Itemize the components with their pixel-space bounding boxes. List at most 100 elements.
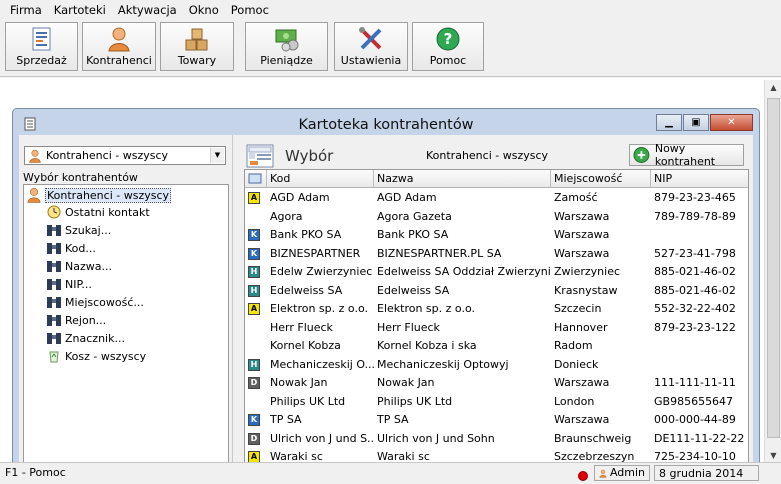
menu-pomoc[interactable]: Pomoc xyxy=(225,3,275,17)
tree-item-nip[interactable]: NIP... xyxy=(46,276,92,292)
cell-nazwa: Edelweiss SA Oddział Zwierzyniec xyxy=(377,265,551,278)
type-badge: K xyxy=(248,414,260,426)
cell-kod: Edelw Zwierzyniec xyxy=(270,265,373,278)
cell-miejscowosc: Hannover xyxy=(554,320,608,334)
cell-nazwa: TP SA xyxy=(377,413,409,426)
type-badge: A xyxy=(248,303,260,315)
table-row[interactable]: Agora Agora Gazeta Warszawa 789-789-78-89 xyxy=(245,208,748,226)
minimize-icon: ▁ xyxy=(665,117,673,128)
contractors-button[interactable]: Kontrahenci xyxy=(82,22,156,71)
maximize-button[interactable]: ▣ xyxy=(683,114,709,131)
cell-kod: AGD Adam xyxy=(270,191,330,204)
cell-nip: GB985655647 xyxy=(654,394,734,408)
cell-kod: TP SA xyxy=(270,413,302,426)
table-row[interactable]: Kornel Kobza Kornel Kobza i ska Radom xyxy=(245,337,748,355)
cell-kod: Herr Flueck xyxy=(270,320,333,334)
scroll-thumb[interactable] xyxy=(767,98,780,438)
type-cell: H xyxy=(245,263,267,281)
money-button[interactable]: Pieniądze xyxy=(245,22,328,71)
tree-item-last-contact[interactable]: Ostatni kontakt xyxy=(46,204,150,220)
tree-item-label: Kod... xyxy=(65,241,96,255)
products-button-label: Towary xyxy=(177,54,217,67)
tree-item-city[interactable]: Miejscowość... xyxy=(46,294,144,310)
menu-aktywacja[interactable]: Aktywacja xyxy=(112,3,183,17)
scroll-up-icon[interactable]: ▲ xyxy=(765,80,781,96)
type-cell: H xyxy=(245,282,267,300)
type-cell: D xyxy=(245,430,267,448)
type-badge: D xyxy=(248,432,260,445)
menu-kartoteki[interactable]: Kartoteki xyxy=(48,3,112,17)
column-header-nip[interactable]: NIP xyxy=(651,170,748,188)
tree-item-search[interactable]: Szukaj... xyxy=(46,222,111,238)
table-row[interactable]: K TP SA TP SA Warszawa 000-000-44-89 xyxy=(245,411,748,429)
help-icon: ? xyxy=(436,27,460,51)
chevron-down-icon[interactable]: ▼ xyxy=(210,148,224,163)
table-row[interactable]: Herr Flueck Herr Flueck Hannover 879-23-23-… xyxy=(245,319,748,337)
type-badge: H xyxy=(248,284,260,297)
table-row[interactable]: H Mechaniczeskij O... Mechaniczeskij Optow… xyxy=(245,356,748,374)
tree-item-label: Rejon... xyxy=(65,313,107,327)
table-row[interactable]: H Edelweiss SA Edelweiss SA Krasnystaw 885-0… xyxy=(245,282,748,300)
cell-nazwa: Mechaniczeskij Optowyj xyxy=(377,357,509,371)
sales-button[interactable]: Sprzedaż xyxy=(5,22,78,71)
selection-heading-text: Wybór xyxy=(285,147,334,165)
cell-nazwa: Elektron sp. z o.o. xyxy=(377,302,475,315)
column-header-kod[interactable]: Kod xyxy=(267,170,374,188)
column-header-type[interactable] xyxy=(245,170,267,188)
type-cell: K xyxy=(245,245,267,263)
help-button[interactable]: ? Pomoc xyxy=(412,22,484,71)
minimize-button[interactable]: ▁ xyxy=(656,114,682,131)
table-row[interactable]: K Bank PKO SA Bank PKO SA Warszawa xyxy=(245,226,748,244)
cell-nazwa: AGD Adam xyxy=(377,191,437,204)
tree-item-code[interactable]: Kod... xyxy=(46,240,96,256)
tree-item-marker[interactable]: Znacznik... xyxy=(46,330,125,346)
tree-item-label: Ostatni kontakt xyxy=(65,205,150,219)
type-cell xyxy=(245,337,267,355)
cell-kod: Ulrich von J und S... xyxy=(270,431,374,445)
close-button[interactable]: ✕ xyxy=(710,114,753,131)
column-header-miejscowosc[interactable]: Miejscowość xyxy=(551,170,651,188)
svg-text:?: ? xyxy=(444,30,453,48)
products-button[interactable]: Towary xyxy=(160,22,234,71)
cell-miejscowosc: Krasnystaw xyxy=(554,283,618,297)
table-row[interactable]: A Elektron sp. z o.o. Elektron sp. z o.o. S… xyxy=(245,300,748,318)
settings-button[interactable]: Ustawienia xyxy=(334,22,408,71)
tree-item-trash[interactable]: Kosz - wszyscy xyxy=(46,348,146,364)
cell-nazwa: Edelweiss SA xyxy=(377,283,450,297)
cell-miejscowosc: London xyxy=(554,394,595,408)
tree-item-all[interactable]: Kontrahenci - wszyscy xyxy=(26,187,172,203)
status-bar: F1 - Pomoc Admin 8 grudnia 2014 xyxy=(0,462,781,482)
tree-item-region[interactable]: Rejon... xyxy=(46,312,106,328)
status-date: 8 grudnia 2014 xyxy=(654,465,759,481)
contractor-group-select[interactable]: Kontrahenci - wszyscy ▼ xyxy=(24,146,226,165)
person-icon xyxy=(29,149,41,163)
tree-item-name[interactable]: Nazwa... xyxy=(46,258,112,274)
table-row[interactable]: Philips UK Ltd Philips UK Ltd London GB9856… xyxy=(245,393,748,411)
right-panel: Wybór Kontrahenci - wszyscy Nowy kontrah… xyxy=(240,135,753,469)
type-cell: K xyxy=(245,411,267,429)
table-row[interactable]: D Ulrich von J und S... Ulrich von J und S… xyxy=(245,430,748,448)
cell-miejscowosc: Zwierzyniec xyxy=(554,265,621,278)
cell-nazwa: BIZNESPARTNER.PL SA xyxy=(377,246,502,260)
cell-nazwa: Ulrich von J und Sohn xyxy=(377,431,495,445)
contractors-table: Kod Nazwa Miejscowość NIP A AGD Adam AGD A… xyxy=(244,169,749,469)
person-icon xyxy=(27,187,41,203)
cell-kod: Bank PKO SA xyxy=(270,228,342,241)
table-row[interactable]: K BIZNESPARTNER BIZNESPARTNER.PL SA Warszaw… xyxy=(245,245,748,263)
binoculars-icon xyxy=(47,261,61,272)
table-row[interactable]: D Nowak Jan Nowak Jan Warszawa 111-111-11-11 xyxy=(245,374,748,392)
cell-nip: 879-23-23-465 xyxy=(654,191,736,204)
cell-miejscowosc: Radom xyxy=(554,339,593,352)
table-row[interactable]: H Edelw Zwierzyniec Edelweiss SA Oddział Z… xyxy=(245,263,748,281)
new-contractor-button[interactable]: Nowy kontrahent xyxy=(629,142,744,168)
menu-bar: Firma Kartoteki Aktywacja Okno Pomoc xyxy=(0,0,781,19)
menu-okno[interactable]: Okno xyxy=(183,3,225,17)
column-header-nazwa[interactable]: Nazwa xyxy=(374,170,551,188)
workspace-scrollbar[interactable]: ▲ ▼ xyxy=(764,80,781,464)
money-button-label: Pieniądze xyxy=(260,54,313,67)
type-badge: K xyxy=(248,247,260,260)
table-row[interactable]: A AGD Adam AGD Adam Zamość 879-23-23-465 xyxy=(245,189,748,207)
menu-firma[interactable]: Firma xyxy=(4,3,48,17)
cell-nip: 789-789-78-89 xyxy=(654,209,736,223)
window-title: Kartoteka kontrahentów xyxy=(298,117,474,133)
